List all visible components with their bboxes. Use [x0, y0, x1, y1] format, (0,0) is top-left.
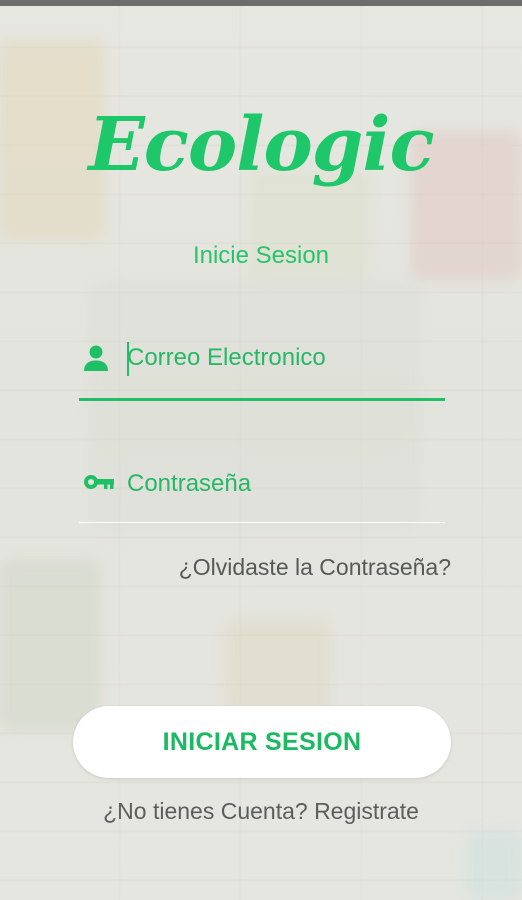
person-icon — [83, 344, 109, 372]
app-logo: Ecologic — [88, 102, 434, 188]
page-subtitle: Inicie Sesion — [192, 242, 330, 269]
email-field[interactable] — [79, 330, 445, 401]
signup-link[interactable]: ¿No tienes Cuenta? Registrate — [0, 798, 522, 825]
background-plant-pot — [0, 560, 100, 730]
forgot-password-link[interactable]: ¿Olvidaste la Contraseña? — [179, 554, 451, 581]
background-plant-pot — [465, 830, 522, 900]
text-cursor — [127, 342, 129, 376]
password-field[interactable] — [79, 456, 445, 523]
login-button[interactable]: INICIAR SESION — [73, 706, 451, 778]
key-icon — [83, 472, 115, 492]
status-bar — [0, 0, 522, 6]
email-input[interactable] — [127, 336, 437, 380]
password-input[interactable] — [127, 462, 437, 506]
